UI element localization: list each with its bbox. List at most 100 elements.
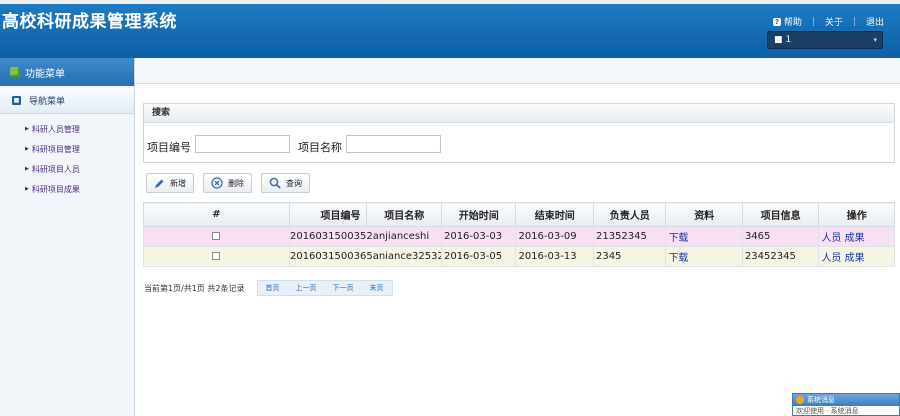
project-code-input[interactable] (195, 135, 290, 153)
column-header[interactable]: # (143, 202, 290, 227)
add-label: 新增 (170, 178, 186, 188)
project-code-label: 项目编号 (147, 141, 191, 154)
delete-icon (211, 177, 223, 189)
browser-strip (0, 0, 900, 4)
info-cell: 3465 (741, 226, 820, 247)
add-button[interactable]: 新增 (146, 173, 194, 193)
column-header[interactable]: 资料 (665, 202, 743, 227)
divider: | (852, 16, 856, 27)
help-label: 帮助 (783, 18, 802, 28)
cube-icon (10, 67, 20, 77)
popup-header: 系统消息 (793, 394, 899, 406)
menu-icon: ■ (12, 96, 21, 105)
user-dropdown[interactable]: ■ 1 ▾ (767, 31, 883, 49)
query-button[interactable]: 查询 (261, 173, 310, 193)
notification-popup[interactable]: 系统消息 欢迎使用 · 系统消息 (792, 393, 900, 416)
popup-body: 欢迎使用 · 系统消息 (796, 407, 859, 415)
project-name: anjianceshi (372, 231, 430, 242)
row-checkbox[interactable] (212, 252, 221, 260)
people-link[interactable]: 人员 (821, 233, 841, 244)
table-header-row: # 项目编号 项目名称 开始时间 结束时间 负责人员 资料 项目信息 操作 (143, 202, 895, 227)
about-link[interactable]: 关于 (825, 15, 843, 28)
nav-section-title: 导航菜单 (29, 97, 66, 107)
end-date-cell: 2016-03-13 (515, 246, 594, 267)
download-link[interactable]: 下载 (668, 253, 688, 264)
sidebar-item-researchers[interactable]: ▶ 科研人员管理 (0, 119, 134, 139)
sidebar-item-projects[interactable]: ▶ 科研项目管理 (0, 139, 134, 159)
table-row[interactable]: 2016031500352 anjianceshi 2016-03-03 2016… (143, 226, 895, 247)
header-bar: 高校科研成果管理系统 ? 帮助 | 关于 | 退出 ■ 1 ▾ (0, 0, 900, 58)
people-link[interactable]: 人员 (821, 253, 841, 264)
user-icon: ■ (774, 35, 783, 45)
download-link[interactable]: 下载 (668, 233, 688, 244)
project-code: 2016031500365 (289, 251, 373, 262)
column-header[interactable]: 项目信息 (741, 202, 820, 227)
main-top-strip (136, 58, 900, 84)
owner-cell: 21352345 (592, 226, 667, 247)
project-name-input[interactable] (346, 135, 441, 153)
sidebar-item-label: 科研人员管理 (31, 124, 80, 134)
notification-icon (796, 396, 804, 404)
sidebar-item-label: 科研项目成果 (31, 184, 80, 194)
material-cell: 下载 (665, 246, 743, 267)
column-header[interactable]: 结束时间 (515, 202, 594, 227)
search-panel: 搜索 (143, 103, 895, 163)
search-icon (269, 177, 281, 189)
prev-page-button[interactable]: 上一页 (288, 281, 325, 295)
help-link[interactable]: ? 帮助 (772, 15, 802, 28)
sidebar-item-label: 科研项目管理 (31, 144, 80, 154)
end-date-cell: 2016-03-09 (515, 226, 594, 247)
help-icon: ? (772, 17, 781, 26)
arrow-right-icon: ▶ (25, 126, 29, 132)
search-panel-title: 搜索 (144, 104, 894, 123)
column-header[interactable]: 操作 (818, 202, 895, 227)
logout-link[interactable]: 退出 (866, 15, 884, 28)
results-link[interactable]: 成果 (845, 253, 865, 264)
project-name-label: 项目名称 (298, 141, 342, 154)
column-header[interactable]: 项目编号 (288, 202, 368, 227)
results-link[interactable]: 成果 (845, 233, 865, 244)
action-cell: 人员 成果 (818, 226, 895, 247)
first-page-button[interactable]: 首页 (258, 281, 288, 295)
popup-title: 系统消息 (807, 396, 835, 404)
row-checkbox-cell (143, 226, 290, 247)
project-code: 2016031500352 (289, 231, 373, 242)
row-checkbox[interactable] (212, 232, 221, 240)
sidebar-item-project-members[interactable]: ▶ 科研项目人员 (0, 159, 134, 179)
table-row[interactable]: 2016031500365aniance3253245 2016-03-05 2… (143, 246, 895, 267)
sidebar: 功能菜单 ■ 导航菜单 ▶ 科研人员管理 ▶ 科研项目管理 ▶ 科研项目人员 ▶… (0, 58, 135, 416)
owner-cell: 2345 (592, 246, 667, 267)
delete-label: 删除 (228, 178, 244, 188)
arrow-right-icon: ▶ (25, 186, 29, 192)
nav-section-header[interactable]: ■ 导航菜单 (0, 88, 134, 114)
arrow-right-icon: ▶ (25, 166, 29, 172)
column-header[interactable]: 项目名称 (366, 202, 442, 227)
pager-info: 当前第1页/共1页 共2条记录 (144, 283, 245, 293)
column-header[interactable]: 开始时间 (440, 202, 517, 227)
last-page-button[interactable]: 末页 (362, 281, 392, 295)
user-value: 1 (785, 35, 792, 45)
project-code-cell: 2016031500365aniance3253245 (288, 246, 442, 267)
app-title: 高校科研成果管理系统 (2, 12, 177, 32)
delete-button[interactable]: 删除 (203, 173, 252, 193)
info-cell: 23452345 (741, 246, 820, 267)
sidebar-title: 功能菜单 (25, 68, 65, 80)
top-links: ? 帮助 | 关于 | 退出 (772, 15, 884, 28)
pager: 当前第1页/共1页 共2条记录 首页 上一页 下一页 末页 (144, 280, 393, 296)
next-page-button[interactable]: 下一页 (325, 281, 362, 295)
arrow-right-icon: ▶ (25, 146, 29, 152)
project-table: # 项目编号 项目名称 开始时间 结束时间 负责人员 资料 项目信息 操作 20… (143, 202, 895, 267)
pencil-icon (154, 178, 165, 189)
nav-list: ▶ 科研人员管理 ▶ 科研项目管理 ▶ 科研项目人员 ▶ 科研项目成果 (0, 114, 134, 199)
chevron-down-icon: ▾ (873, 36, 877, 44)
start-date-cell: 2016-03-03 (440, 226, 517, 247)
sidebar-item-project-results[interactable]: ▶ 科研项目成果 (0, 179, 134, 199)
column-header[interactable]: 负责人员 (592, 202, 667, 227)
query-label: 查询 (286, 178, 302, 188)
project-name: aniance3253245 (372, 251, 441, 262)
divider: | (811, 16, 815, 27)
row-checkbox-cell (143, 246, 290, 267)
material-cell: 下载 (665, 226, 743, 247)
project-code-cell: 2016031500352 anjianceshi (288, 226, 442, 247)
action-cell: 人员 成果 (818, 246, 895, 267)
